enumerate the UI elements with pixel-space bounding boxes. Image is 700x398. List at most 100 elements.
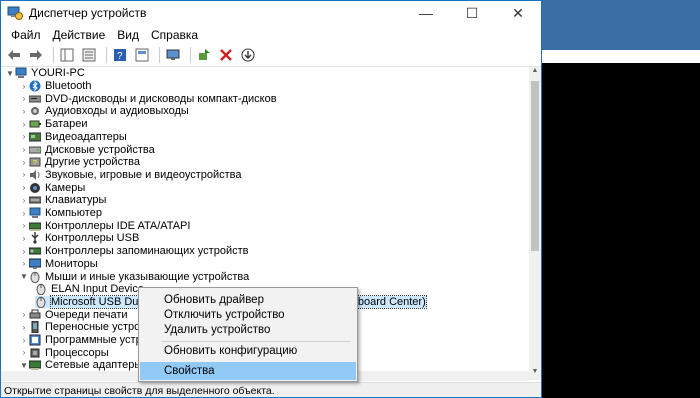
- expand-arrow-icon[interactable]: ›: [19, 259, 29, 268]
- svg-text:?: ?: [33, 160, 37, 167]
- context-uninstall-device[interactable]: Удалить устройство: [140, 321, 356, 339]
- mouse-icon: [29, 271, 41, 283]
- printer-icon: [29, 309, 41, 321]
- expand-arrow-icon[interactable]: ›: [19, 82, 29, 91]
- download-icon[interactable]: [239, 46, 257, 64]
- tree-category-item[interactable]: › Батареи: [19, 118, 88, 131]
- tree-category-item[interactable]: › Процессоры: [19, 346, 109, 359]
- expand-arrow-icon[interactable]: ›: [19, 107, 29, 116]
- tree-category-item[interactable]: › Камеры: [19, 181, 86, 194]
- tree-category-item[interactable]: ▼ Мыши и иные указывающие устройства: [19, 270, 249, 283]
- show-hide-tree-icon[interactable]: [58, 46, 76, 64]
- menu-action[interactable]: Действие: [47, 28, 112, 42]
- tree-item-label: Дисковые устройства: [45, 143, 155, 156]
- tree-category-item[interactable]: › Клавиатуры: [19, 194, 107, 207]
- portable-icon: [29, 320, 41, 334]
- computer-icon: [15, 67, 27, 79]
- tree-item-label: Очереди печати: [45, 308, 128, 321]
- camera-icon: [29, 182, 41, 194]
- expand-arrow-icon[interactable]: ›: [19, 196, 29, 205]
- collapse-arrow-icon[interactable]: ▼: [19, 272, 29, 281]
- forward-icon[interactable]: [27, 46, 45, 64]
- tree-item-label: Камеры: [45, 181, 86, 194]
- context-menu: Обновить драйвер Отключить устройство Уд…: [138, 287, 358, 382]
- uninstall-icon[interactable]: [217, 46, 235, 64]
- menu-file[interactable]: Файл: [5, 28, 47, 42]
- storage-icon: [28, 245, 42, 257]
- expand-arrow-icon[interactable]: ›: [19, 221, 29, 230]
- tree-item-label: Компьютер: [45, 207, 102, 220]
- bluetooth-icon: [29, 80, 41, 92]
- expand-arrow-icon[interactable]: ›: [19, 348, 29, 357]
- tree-category-item[interactable]: › Мониторы: [19, 258, 98, 271]
- vertical-scrollbar[interactable]: ▲ ▼: [529, 67, 541, 380]
- expand-arrow-icon[interactable]: ›: [19, 183, 29, 192]
- tree-category-item[interactable]: › Видеоадаптеры: [19, 131, 127, 144]
- tree-category-item[interactable]: › Звуковые, игровые и видеоустройства: [19, 169, 242, 182]
- dvd-icon: [28, 93, 42, 105]
- tree-category-item[interactable]: › Очереди печати: [19, 308, 128, 321]
- expand-arrow-icon[interactable]: ›: [19, 247, 29, 256]
- tree-category-item[interactable]: › Контроллеры USB: [19, 232, 139, 245]
- svg-text:?: ?: [117, 51, 123, 62]
- menu-view[interactable]: Вид: [111, 28, 145, 42]
- tree-category-item[interactable]: › Дисковые устройства: [19, 143, 155, 156]
- expand-arrow-icon[interactable]: ›: [19, 336, 29, 345]
- tree-item-label: DVD-дисководы и дисководы компакт-дисков: [45, 92, 277, 105]
- context-scan-hardware[interactable]: Обновить конфигурацию оборудования: [140, 342, 356, 375]
- tree-category-item[interactable]: ›? Другие устройства: [19, 156, 140, 169]
- tree-root[interactable]: ▼ YOURI-PC: [5, 67, 85, 80]
- expand-arrow-icon[interactable]: ›: [19, 209, 29, 218]
- tree-item-label: Батареи: [45, 118, 88, 131]
- device-manager-icon: [7, 5, 23, 21]
- audio-icon: [29, 105, 41, 117]
- tree-device-item[interactable]: ELAN Input Device: [35, 283, 144, 296]
- expand-arrow-icon[interactable]: ›: [19, 323, 29, 332]
- expand-arrow-icon[interactable]: ›: [19, 94, 29, 103]
- update-driver-icon[interactable]: [195, 46, 213, 64]
- tree-category-item[interactable]: › DVD-дисководы и дисководы компакт-диско…: [19, 92, 277, 105]
- tree-item-label: Сетевые адаптеры: [45, 359, 143, 372]
- help-icon[interactable]: ?: [111, 46, 129, 64]
- collapse-arrow-icon[interactable]: ▼: [19, 361, 29, 370]
- scroll-up-icon[interactable]: ▲: [529, 67, 541, 79]
- tree-category-item[interactable]: ▼ Сетевые адаптеры: [19, 359, 142, 372]
- tree-category-item[interactable]: › Bluetooth: [19, 80, 92, 93]
- context-properties[interactable]: Свойства: [140, 362, 356, 380]
- title-bar[interactable]: Диспетчер устройств — ☐ ✕: [1, 1, 541, 25]
- tree-category-item[interactable]: › Компьютер: [19, 207, 102, 220]
- window-title: Диспетчер устройств: [29, 6, 147, 20]
- monitor-scan-icon[interactable]: [164, 46, 182, 64]
- tree-item-label: Другие устройства: [45, 156, 140, 169]
- close-button[interactable]: ✕: [495, 1, 541, 25]
- expand-arrow-icon[interactable]: ›: [19, 234, 29, 243]
- tree-item-label: Мониторы: [45, 257, 98, 270]
- tree-category-item[interactable]: › Контроллеры IDE ATA/ATAPI: [19, 219, 191, 232]
- expand-arrow-icon[interactable]: ›: [19, 120, 29, 129]
- toolbar-separator: [106, 47, 107, 63]
- minimize-button[interactable]: —: [403, 1, 449, 25]
- network-icon: [28, 359, 42, 371]
- ide-icon: [28, 220, 42, 232]
- sound-icon: [29, 169, 41, 181]
- scroll-down-icon[interactable]: ▼: [529, 368, 541, 380]
- disk-icon: [28, 144, 42, 156]
- maximize-button[interactable]: ☐: [449, 1, 495, 25]
- scrollbar-thumb[interactable]: [531, 81, 539, 251]
- expand-arrow-icon[interactable]: ›: [19, 170, 29, 179]
- keyboard-icon: [28, 194, 42, 206]
- properties-icon[interactable]: [80, 46, 98, 64]
- tree-category-item[interactable]: › Аудиовходы и аудиовыходы: [19, 105, 189, 118]
- back-icon[interactable]: [5, 46, 23, 64]
- tree-category-item[interactable]: › Контроллеры запоминающих устройств: [19, 245, 249, 258]
- mouse-icon: [35, 283, 47, 296]
- menu-help[interactable]: Справка: [145, 28, 204, 42]
- expand-arrow-icon[interactable]: ›: [19, 310, 29, 319]
- expand-arrow-icon[interactable]: ›: [19, 132, 29, 141]
- tree-root-label: YOURI-PC: [31, 67, 85, 80]
- view-resources-icon[interactable]: [133, 46, 151, 64]
- expand-arrow-icon[interactable]: ›: [19, 158, 29, 167]
- battery-icon: [29, 118, 41, 130]
- expand-arrow-icon[interactable]: ›: [19, 145, 29, 154]
- expand-arrow-icon[interactable]: ▼: [5, 69, 15, 78]
